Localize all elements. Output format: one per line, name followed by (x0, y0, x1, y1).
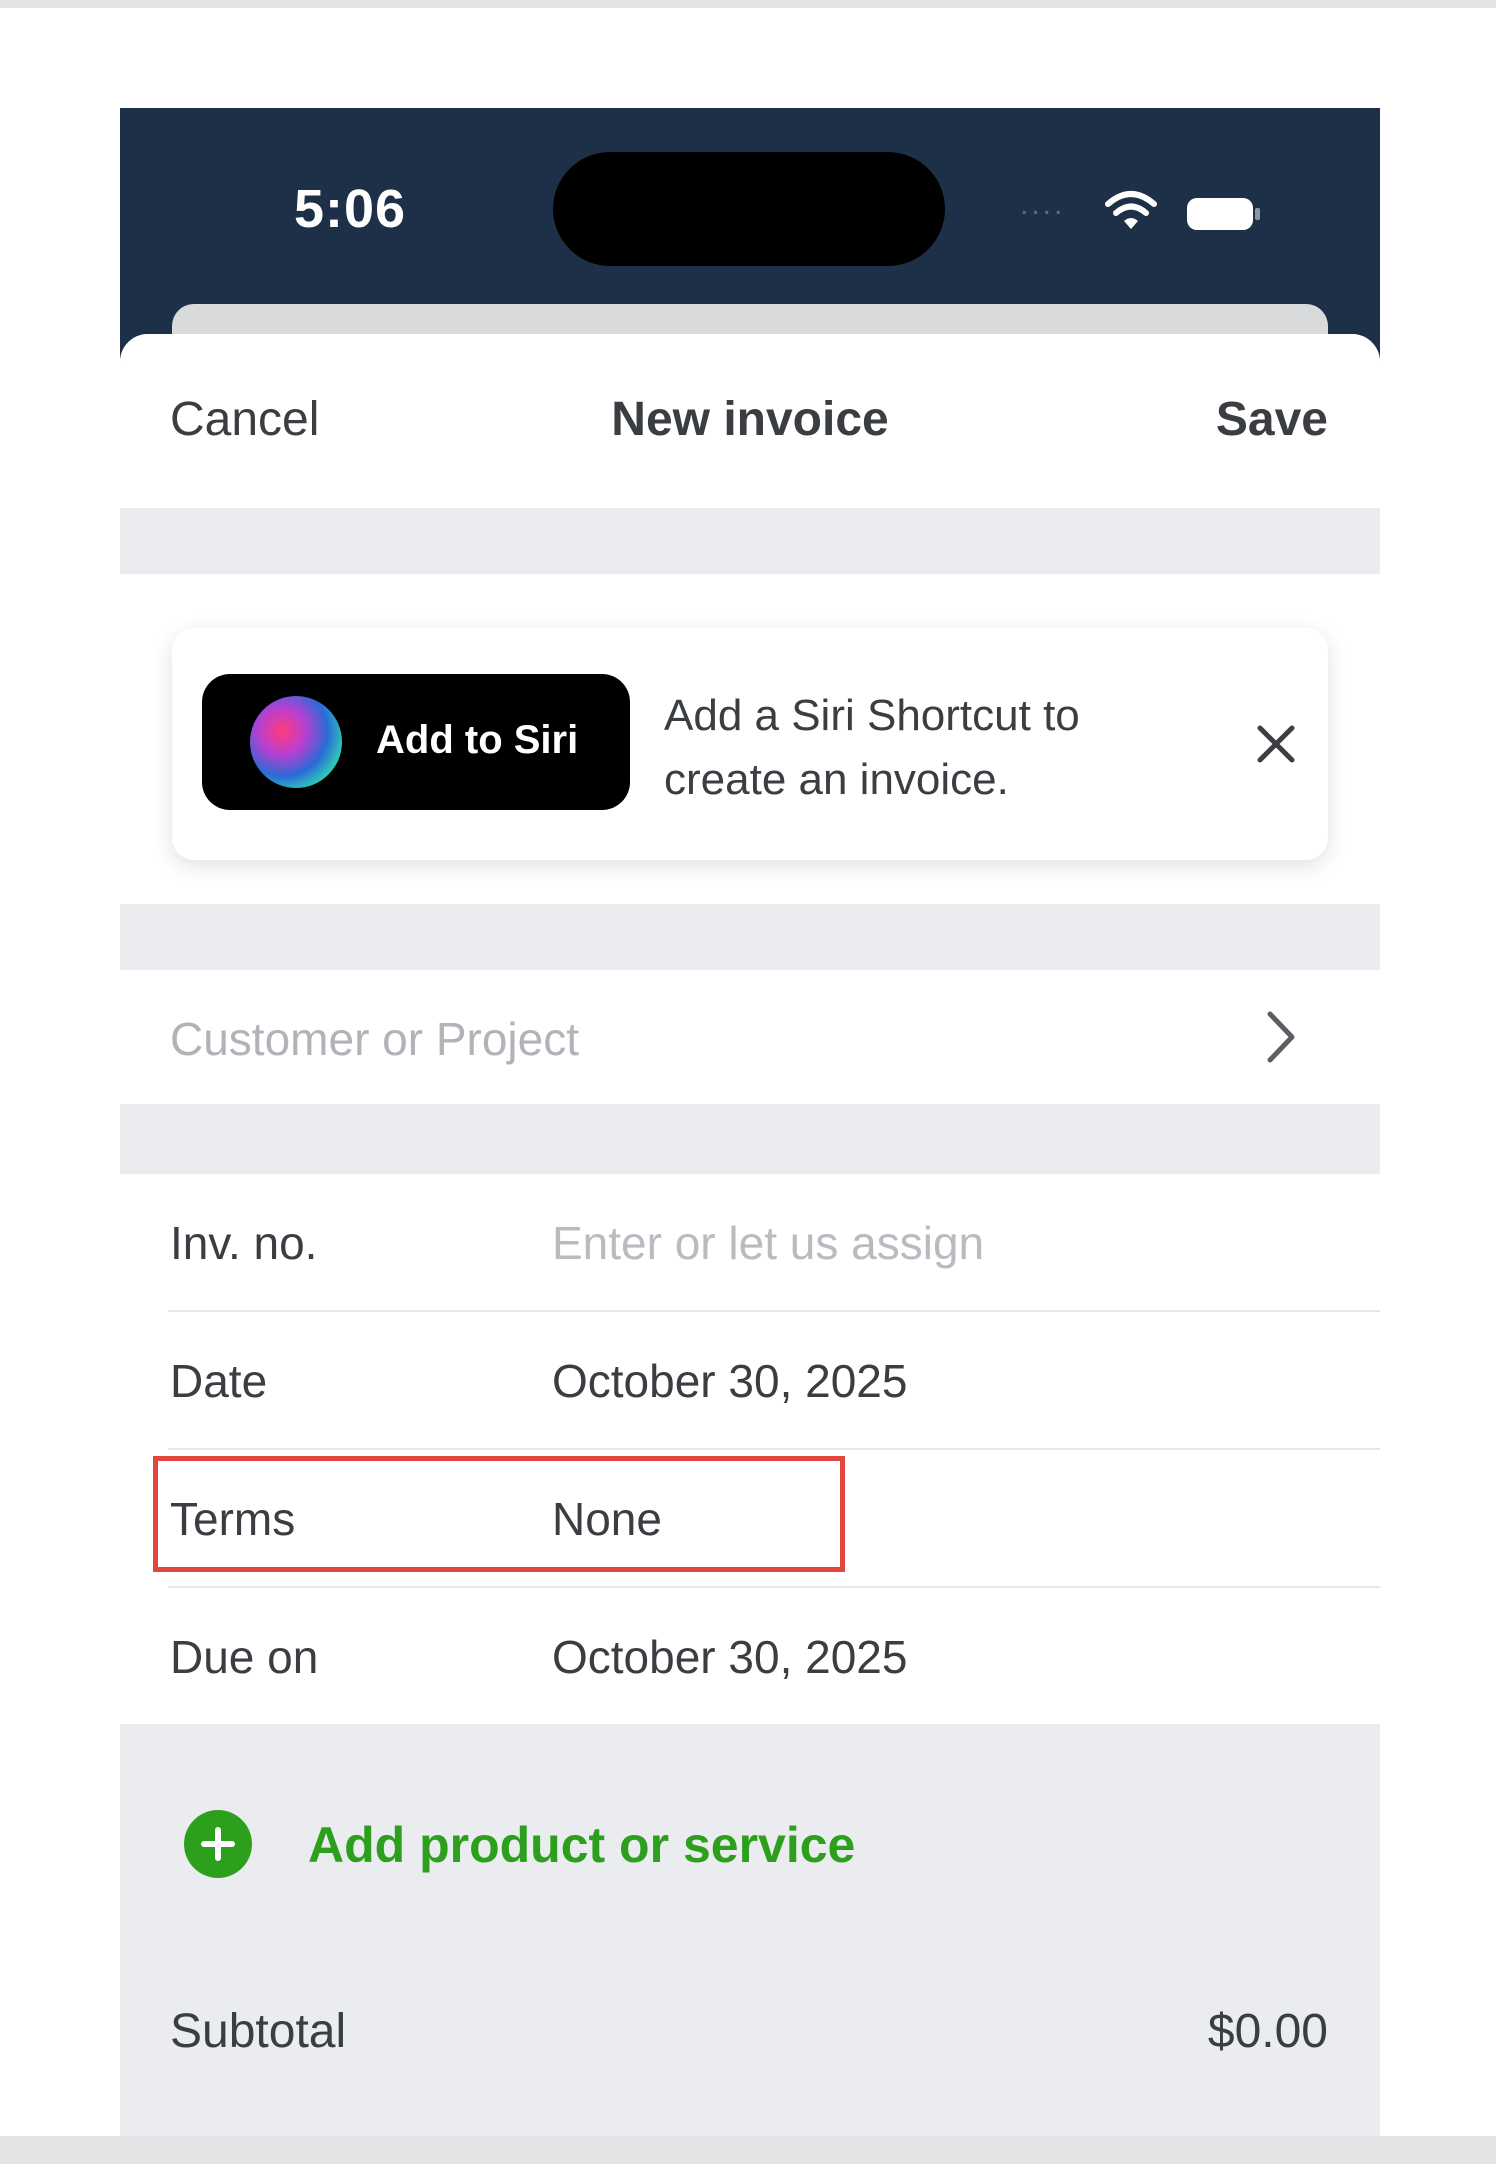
add-product-label: Add product or service (308, 1817, 856, 1873)
invoice-details: Inv. no. Enter or let us assign Date Oct… (120, 1174, 1380, 1724)
invoice-number-field[interactable]: Inv. no. Enter or let us assign (120, 1174, 1380, 1312)
due-on-label: Due on (170, 1631, 319, 1683)
page-title: New invoice (611, 393, 889, 446)
bottom-divider (0, 2136, 1496, 2164)
terms-label: Terms (170, 1493, 296, 1545)
terms-value: None (552, 1493, 662, 1545)
plus-circle-icon (184, 1810, 252, 1878)
phone-screen: 5:06 .... Cancel New invoice Save Add to… (120, 108, 1380, 2136)
due-on-value: October 30, 2025 (552, 1631, 908, 1683)
dynamic-island (553, 152, 945, 266)
date-field[interactable]: Date October 30, 2025 (120, 1312, 1380, 1450)
invoice-number-placeholder: Enter or let us assign (552, 1217, 985, 1269)
customer-or-project-field[interactable]: Customer or Project (120, 970, 1380, 1104)
signal-icon: .... (1020, 188, 1066, 221)
add-to-siri-button[interactable]: Add to Siri (202, 674, 630, 810)
battery-icon (1187, 198, 1260, 230)
date-value: October 30, 2025 (552, 1355, 908, 1407)
subtotal-label: Subtotal (170, 2005, 347, 2058)
save-button[interactable]: Save (1216, 392, 1328, 447)
add-to-siri-label: Add to Siri (376, 718, 579, 762)
siri-shortcut-card: Add to Siri Add a Siri Shortcut to creat… (172, 628, 1328, 860)
wifi-icon (1105, 191, 1157, 229)
top-divider (0, 0, 1496, 8)
siri-message: Add a Siri Shortcut to create an invoice… (664, 691, 1080, 804)
siri-section: Add to Siri Add a Siri Shortcut to creat… (120, 574, 1380, 904)
due-on-field[interactable]: Due on October 30, 2025 (120, 1588, 1380, 1726)
nav-bar: Cancel New invoice Save (120, 334, 1380, 508)
status-bar: 5:06 .... (120, 108, 1380, 368)
siri-icon (250, 696, 342, 788)
chevron-right-icon (1267, 1011, 1295, 1063)
date-label: Date (170, 1355, 268, 1407)
invoice-number-label: Inv. no. (170, 1217, 318, 1269)
subtotal-value: $0.00 (1207, 2005, 1328, 2058)
invoice-sheet: Cancel New invoice Save Add to Siri Add … (120, 334, 1380, 2136)
customer-placeholder: Customer or Project (170, 1013, 580, 1065)
status-time: 5:06 (294, 179, 407, 239)
close-icon[interactable] (1246, 714, 1306, 774)
terms-field[interactable]: Terms None (120, 1450, 1380, 1588)
